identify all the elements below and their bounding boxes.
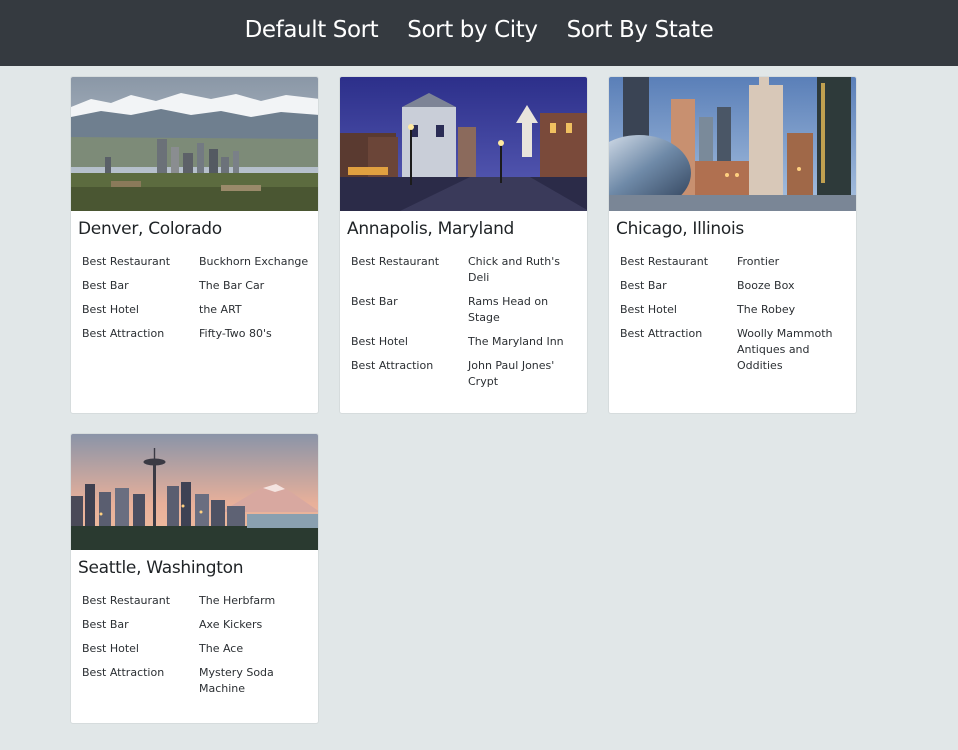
row-value: The Maryland Inn — [468, 335, 564, 348]
city-card-chicago[interactable]: Chicago, Illinois Best Restaurant Fronti… — [608, 76, 857, 414]
recommendations-list: Best Restaurant Frontier Best Bar Booze … — [620, 254, 856, 374]
row-best-bar: Best Bar Booze Box — [620, 278, 856, 294]
row-label: Best Restaurant — [82, 255, 171, 268]
row-value: Buckhorn Exchange — [199, 255, 309, 268]
row-label: Best Bar — [82, 618, 129, 631]
row-label: Best Bar — [351, 295, 398, 308]
recommendations-list: Best Restaurant Chick and Ruth's Deli Be… — [351, 254, 587, 390]
default-sort-link[interactable]: Default Sort — [245, 17, 379, 43]
row-label: Best Attraction — [82, 666, 165, 679]
row-value: Woolly Mammoth Antiques and Oddities — [737, 327, 833, 372]
city-title: Seattle, Washington — [78, 558, 244, 578]
row-value: The Bar Car — [199, 279, 265, 292]
row-best-attraction: Best Attraction John Paul Jones' Crypt — [351, 358, 587, 390]
sort-by-city-link[interactable]: Sort by City — [407, 17, 538, 43]
row-label: Best Bar — [620, 279, 667, 292]
top-nav-bar: Default Sort Sort by City Sort By State — [0, 0, 958, 66]
row-best-hotel: Best Hotel the ART — [82, 302, 318, 318]
row-best-restaurant: Best Restaurant The Herbfarm — [82, 593, 318, 609]
city-photo-chicago — [609, 77, 856, 211]
row-value: John Paul Jones' Crypt — [468, 359, 555, 388]
row-label: Best Attraction — [620, 327, 703, 340]
row-label: Best Restaurant — [351, 255, 440, 268]
row-best-hotel: Best Hotel The Robey — [620, 302, 856, 318]
sort-by-state-link[interactable]: Sort By State — [567, 17, 714, 43]
recommendations-list: Best Restaurant Buckhorn Exchange Best B… — [82, 254, 318, 342]
row-label: Best Bar — [82, 279, 129, 292]
city-card-annapolis[interactable]: Annapolis, Maryland Best Restaurant Chic… — [339, 76, 588, 414]
row-label: Best Attraction — [351, 359, 434, 372]
row-value: Mystery Soda Machine — [199, 666, 274, 695]
city-title: Annapolis, Maryland — [347, 219, 515, 239]
row-label: Best Restaurant — [620, 255, 709, 268]
row-value: The Herbfarm — [199, 594, 276, 607]
row-value: Booze Box — [737, 279, 795, 292]
city-photo-annapolis — [340, 77, 587, 211]
city-photo-seattle — [71, 434, 318, 550]
city-card-seattle[interactable]: Seattle, Washington Best Restaurant The … — [70, 433, 319, 724]
row-best-restaurant: Best Restaurant Chick and Ruth's Deli — [351, 254, 587, 286]
row-value: Rams Head on Stage — [468, 295, 549, 324]
recommendations-list: Best Restaurant The Herbfarm Best Bar Ax… — [82, 593, 318, 697]
row-value: Fifty-Two 80's — [199, 327, 272, 340]
city-photo-denver — [71, 77, 318, 211]
row-label: Best Restaurant — [82, 594, 171, 607]
row-best-restaurant: Best Restaurant Buckhorn Exchange — [82, 254, 318, 270]
row-value: The Robey — [737, 303, 796, 316]
row-value: The Ace — [199, 642, 244, 655]
row-best-attraction: Best Attraction Mystery Soda Machine — [82, 665, 318, 697]
row-label: Best Attraction — [82, 327, 165, 340]
city-card-denver[interactable]: Denver, Colorado Best Restaurant Buckhor… — [70, 76, 319, 414]
row-best-attraction: Best Attraction Fifty-Two 80's — [82, 326, 318, 342]
row-best-bar: Best Bar The Bar Car — [82, 278, 318, 294]
city-title: Chicago, Illinois — [616, 219, 744, 239]
row-best-bar: Best Bar Rams Head on Stage — [351, 294, 587, 326]
row-label: Best Hotel — [82, 642, 139, 655]
row-value: Chick and Ruth's Deli — [468, 255, 560, 284]
row-label: Best Hotel — [82, 303, 139, 316]
row-label: Best Hotel — [620, 303, 677, 316]
row-label: Best Hotel — [351, 335, 408, 348]
row-best-bar: Best Bar Axe Kickers — [82, 617, 318, 633]
city-title: Denver, Colorado — [78, 219, 222, 239]
row-value: Frontier — [737, 255, 780, 268]
row-value: the ART — [199, 303, 242, 316]
row-best-restaurant: Best Restaurant Frontier — [620, 254, 856, 270]
row-best-attraction: Best Attraction Woolly Mammoth Antiques … — [620, 326, 856, 374]
row-best-hotel: Best Hotel The Ace — [82, 641, 318, 657]
row-best-hotel: Best Hotel The Maryland Inn — [351, 334, 587, 350]
row-value: Axe Kickers — [199, 618, 263, 631]
